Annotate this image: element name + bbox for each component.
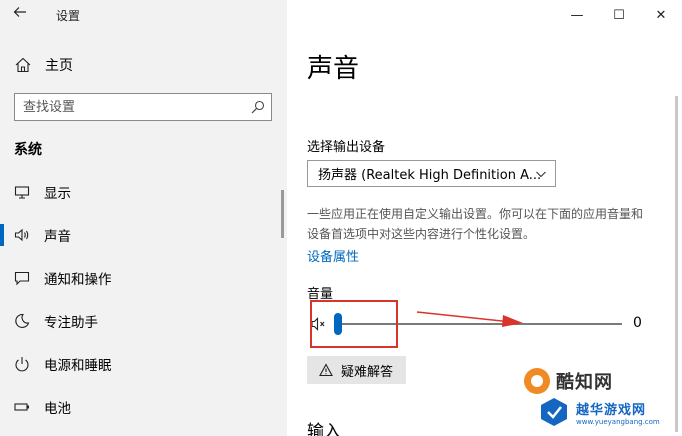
moon-icon [14,313,30,329]
search-icon[interactable] [251,100,265,114]
sidebar-item-label: 电源和睡眠 [44,357,112,374]
watermark-kuzhi: 酷知网 [522,366,613,396]
sidebar-item-battery[interactable]: 电池 [0,385,287,428]
speaker-icon [14,227,30,243]
warning-icon [319,363,333,377]
page-title: 声音 [307,54,360,84]
sidebar-item-display[interactable]: 显示 [0,170,287,213]
yuehua-logo-icon [541,398,567,426]
sidebar-item-focus-assist[interactable]: 专注助手 [0,299,287,342]
home-icon [15,57,31,73]
close-button[interactable]: ✕ [640,0,682,30]
sidebar-item-label: 显示 [44,185,71,202]
sidebar-item-power-sleep[interactable]: 电源和睡眠 [0,342,287,385]
watermark-brand-2: 越华游戏网 [576,402,647,418]
home-label: 主页 [45,58,73,74]
sidebar-nav: 显示 声音 通知和操作 专注助手 电源和睡眠 电池 [0,170,287,428]
search-box[interactable] [14,93,272,121]
chevron-down-icon [536,171,546,178]
content-scrollbar[interactable] [675,96,678,432]
output-device-dropdown[interactable]: 扬声器 (Realtek High Definition A... [307,160,556,187]
minimize-button[interactable]: — [556,0,598,30]
watermark-brand-1: 酷知网 [556,372,613,393]
sidebar-item-label: 通知和操作 [44,271,112,288]
back-button[interactable] [10,5,30,25]
output-description: 一些应用正在使用自定义输出设置。你可以在下面的应用音量和设备首选项中对这些内容进… [307,207,644,241]
close-icon: ✕ [655,7,667,23]
output-device-label: 选择输出设备 [307,140,386,155]
back-arrow-icon [13,7,26,17]
monitor-icon [14,184,30,200]
sidebar-item-label: 专注助手 [44,314,98,331]
watermark-yuehua: 越华游戏网 www.yueyangbang.com [538,396,660,428]
annotation-arrow-icon [416,311,523,327]
section-title: 系统 [14,142,42,158]
maximize-icon: ☐ [613,7,625,23]
title-bar: 设置 [0,0,287,30]
troubleshoot-label: 疑难解答 [341,364,394,380]
app-title: 设置 [56,9,81,23]
watermark-url: www.yueyangbang.com [576,417,660,426]
kuzhi-logo-icon [524,368,550,394]
troubleshoot-button[interactable]: 疑难解答 [307,356,406,384]
sidebar-item-notifications[interactable]: 通知和操作 [0,256,287,299]
device-properties-link[interactable]: 设备属性 [307,246,359,265]
volume-value: 0 [633,315,642,331]
output-device-value: 扬声器 (Realtek High Definition A... [318,168,542,183]
sidebar-scrollbar[interactable] [281,190,284,238]
sidebar-item-label: 声音 [44,228,71,245]
home-nav-item[interactable]: 主页 [14,53,73,77]
battery-icon [14,399,30,415]
sidebar: 设置 主页 系统 显示 声音 通知和操作 专注助手 电源和睡眠 [0,0,287,436]
content-pane: — ☐ ✕ 声音 选择输出设备 扬声器 (Realtek High Defini… [287,0,682,436]
minimize-icon: — [570,7,584,23]
maximize-button[interactable]: ☐ [598,0,640,30]
input-section-heading: 输入 [307,422,341,436]
sidebar-item-sound[interactable]: 声音 [0,213,287,256]
window-controls: — ☐ ✕ [556,0,682,30]
power-icon [14,356,30,372]
sidebar-item-label: 电池 [44,400,71,417]
annotation-highlight-box [310,300,398,348]
search-input[interactable] [15,94,240,120]
message-icon [14,270,30,286]
